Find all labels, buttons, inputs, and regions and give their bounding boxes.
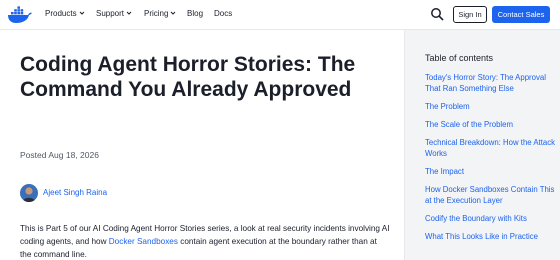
author-name-link[interactable]: Ajeet Singh Raina	[43, 188, 107, 197]
contact-sales-button[interactable]: Contact Sales	[492, 6, 550, 23]
toc-item-codify-boundary[interactable]: Codify the Boundary with Kits	[425, 213, 557, 224]
article-intro: This is Part 5 of our AI Coding Agent Ho…	[20, 222, 390, 260]
nav-blog[interactable]: Blog	[187, 9, 203, 18]
nav-products[interactable]: Products	[45, 9, 85, 18]
toc-list: Today's Horror Story: The Approval That …	[425, 72, 557, 249]
nav-pricing[interactable]: Pricing	[144, 9, 176, 18]
docker-logo-icon[interactable]	[7, 6, 33, 24]
article-main: Coding Agent Horror Stories: The Command…	[0, 30, 404, 260]
toc-item-the-problem[interactable]: The Problem	[425, 101, 557, 112]
toc-sidebar: Table of contents Today's Horror Story: …	[404, 30, 560, 260]
toc-item-scale-of-problem[interactable]: The Scale of the Problem	[425, 119, 557, 130]
chevron-down-icon	[171, 11, 176, 15]
nav-support[interactable]: Support	[96, 9, 132, 18]
search-icon[interactable]	[430, 7, 444, 21]
chevron-down-icon	[126, 11, 132, 15]
docker-sandboxes-link[interactable]: Docker Sandboxes	[109, 237, 178, 246]
nav-docs[interactable]: Docs	[214, 9, 232, 18]
top-nav: Products Support Pricing Blog Docs Sign …	[0, 0, 560, 30]
nav-support-label: Support	[96, 9, 125, 18]
toc-item-in-practice[interactable]: What This Looks Like in Practice	[425, 231, 557, 242]
toc-item-todays-horror-story[interactable]: Today's Horror Story: The Approval That …	[425, 72, 557, 94]
toc-title: Table of contents	[425, 53, 494, 63]
nav-pricing-label: Pricing	[144, 9, 169, 18]
toc-item-technical-breakdown[interactable]: Technical Breakdown: How the Attack Work…	[425, 137, 557, 159]
article-title: Coding Agent Horror Stories: The Command…	[20, 53, 356, 101]
toc-item-the-impact[interactable]: The Impact	[425, 166, 557, 177]
author-avatar[interactable]	[20, 184, 38, 202]
posted-date: Posted Aug 18, 2026	[20, 150, 99, 160]
nav-products-label: Products	[45, 9, 77, 18]
sign-in-button[interactable]: Sign In	[453, 6, 487, 23]
toc-item-how-sandboxes-contain[interactable]: How Docker Sandboxes Contain This at the…	[425, 184, 557, 206]
chevron-down-icon	[79, 11, 84, 15]
